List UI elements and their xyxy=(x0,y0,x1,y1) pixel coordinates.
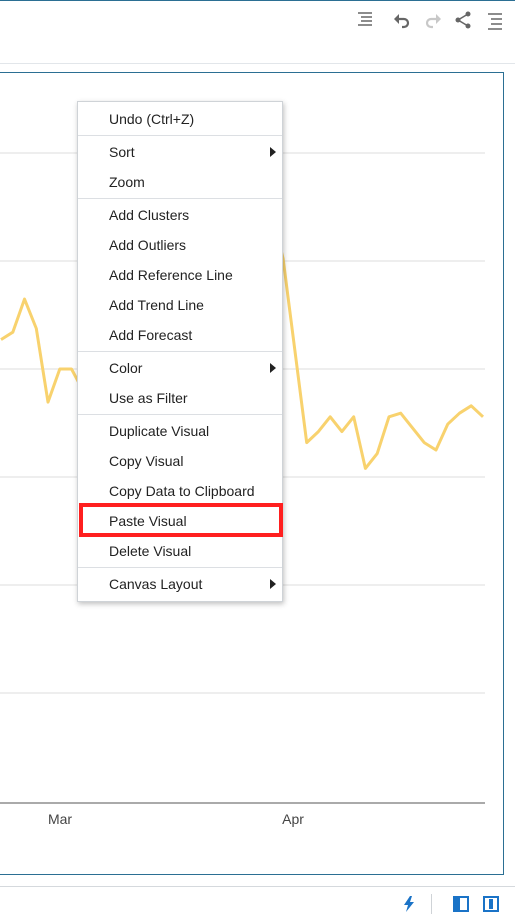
share-icon[interactable] xyxy=(452,9,474,31)
menu-item-add-clusters[interactable]: Add Clusters xyxy=(78,200,282,230)
menu-separator xyxy=(78,414,282,415)
undo-icon[interactable] xyxy=(391,10,413,32)
context-menu: Undo (Ctrl+Z) Sort Zoom Add Clusters Add Out… xyxy=(77,101,283,602)
panel-left-icon[interactable] xyxy=(450,893,472,915)
menu-item-label: Canvas Layout xyxy=(109,576,203,592)
submenu-arrow-icon xyxy=(270,363,276,373)
menu-separator xyxy=(78,351,282,352)
panel-right-icon[interactable] xyxy=(480,893,502,915)
menu-item-copy-data-to-clipboard[interactable]: Copy Data to Clipboard xyxy=(78,476,282,506)
list-icon[interactable] xyxy=(354,8,376,30)
menu-item-label: Sort xyxy=(109,144,135,160)
menu-item-label: Add Outliers xyxy=(109,237,187,253)
menu-item-label: Add Reference Line xyxy=(109,267,233,283)
menu-item-copy-visual[interactable]: Copy Visual xyxy=(78,446,282,476)
menu-item-use-as-filter[interactable]: Use as Filter xyxy=(78,383,282,413)
menu-icon[interactable] xyxy=(484,10,506,32)
menu-item-label: Use as Filter xyxy=(109,390,188,406)
menu-separator xyxy=(78,198,282,199)
menu-item-add-reference-line[interactable]: Add Reference Line xyxy=(78,260,282,290)
toolbar-divider xyxy=(0,63,515,64)
menu-separator xyxy=(78,567,282,568)
menu-item-label: Paste Visual xyxy=(109,513,187,529)
menu-item-sort[interactable]: Sort xyxy=(78,137,282,167)
menu-item-label: Duplicate Visual xyxy=(109,423,210,439)
bottom-bar-divider xyxy=(431,894,432,914)
menu-item-label: Add Forecast xyxy=(109,327,193,343)
menu-item-label: Color xyxy=(109,360,143,376)
menu-item-duplicate-visual[interactable]: Duplicate Visual xyxy=(78,416,282,446)
menu-item-color[interactable]: Color xyxy=(78,353,282,383)
submenu-arrow-icon xyxy=(270,579,276,589)
menu-separator xyxy=(78,135,282,136)
menu-item-canvas-layout[interactable]: Canvas Layout xyxy=(78,569,282,599)
menu-item-label: Add Trend Line xyxy=(109,297,204,313)
menu-item-label: Zoom xyxy=(109,174,145,190)
menu-item-undo-ctrl-z[interactable]: Undo (Ctrl+Z) xyxy=(78,104,282,134)
menu-item-label: Undo (Ctrl+Z) xyxy=(109,111,195,127)
menu-item-label: Copy Visual xyxy=(109,453,184,469)
menu-item-label: Delete Visual xyxy=(109,543,192,559)
menu-item-add-forecast[interactable]: Add Forecast xyxy=(78,320,282,350)
menu-item-add-trend-line[interactable]: Add Trend Line xyxy=(78,290,282,320)
x-tick-label: Mar xyxy=(47,811,73,827)
menu-item-paste-visual[interactable]: Paste Visual xyxy=(78,506,282,536)
x-tick-label: Apr xyxy=(282,811,304,827)
menu-item-delete-visual[interactable]: Delete Visual xyxy=(78,536,282,566)
bottom-bar xyxy=(0,886,515,920)
redo-icon[interactable] xyxy=(422,10,444,32)
menu-item-label: Copy Data to Clipboard xyxy=(109,483,255,499)
menu-item-add-outliers[interactable]: Add Outliers xyxy=(78,230,282,260)
submenu-arrow-icon xyxy=(270,147,276,157)
lightning-icon[interactable] xyxy=(398,893,420,915)
visual-toolbar xyxy=(0,1,515,63)
menu-item-zoom[interactable]: Zoom xyxy=(78,167,282,197)
page: Mar Apr Undo (Ctrl+Z) Sort Zoom Add Cluster… xyxy=(0,0,515,920)
menu-item-label: Add Clusters xyxy=(109,207,190,223)
